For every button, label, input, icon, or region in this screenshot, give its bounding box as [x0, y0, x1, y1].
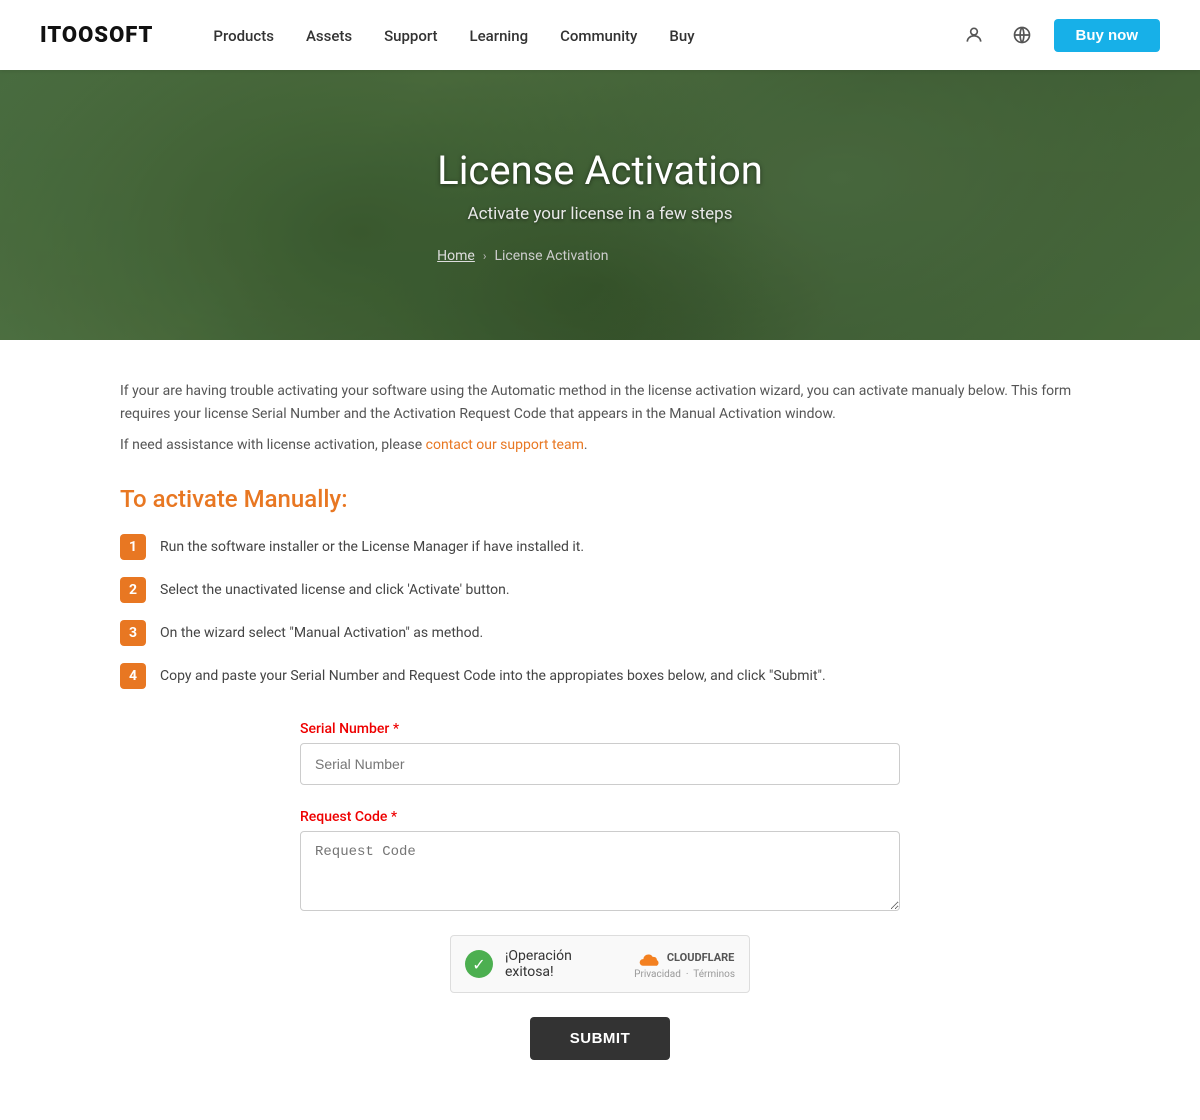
step-4: 4 Copy and paste your Serial Number and … [120, 662, 1080, 689]
request-label: Request Code * [300, 809, 900, 825]
nav-community[interactable]: Community [560, 27, 637, 45]
captcha-label: ¡Operación exitosa! [505, 948, 622, 980]
nav-support[interactable]: Support [384, 27, 437, 45]
step-4-text: Copy and paste your Serial Number and Re… [160, 662, 826, 687]
step-2-number: 2 [120, 577, 146, 603]
cloudflare-logo: CLOUDFLARE [635, 949, 735, 967]
step-1-number: 1 [120, 534, 146, 560]
hero-section: License Activation Activate your license… [0, 70, 1200, 340]
cloudflare-branding: CLOUDFLARE Privacidad · Términos [634, 949, 735, 980]
hero-content: License Activation Activate your license… [437, 147, 763, 264]
intro-paragraph-1: If your are having trouble activating yo… [120, 380, 1080, 426]
nav-products[interactable]: Products [213, 27, 274, 45]
step-4-number: 4 [120, 663, 146, 689]
breadcrumb-current: License Activation [494, 248, 608, 264]
main-content: If your are having trouble activating yo… [100, 340, 1100, 1120]
step-1: 1 Run the software installer or the Lice… [120, 533, 1080, 560]
nav-learning[interactable]: Learning [470, 27, 529, 45]
captcha-checkmark: ✓ [465, 950, 493, 978]
step-1-text: Run the software installer or the Licens… [160, 533, 584, 558]
buy-button[interactable]: Buy now [1054, 19, 1161, 52]
captcha-widget[interactable]: ✓ ¡Operación exitosa! CLOUDFLARE Privaci… [450, 935, 750, 993]
breadcrumb-home[interactable]: Home [437, 248, 475, 264]
support-link[interactable]: contact our support team [426, 437, 584, 453]
breadcrumb: Home › License Activation [437, 248, 763, 264]
step-2: 2 Select the unactivated license and cli… [120, 576, 1080, 603]
breadcrumb-separator: › [483, 249, 487, 263]
logo: ITOOSOFT [40, 23, 153, 48]
submit-button[interactable]: SUBMIT [530, 1017, 671, 1060]
hero-subtitle: Activate your license in a few steps [437, 204, 763, 224]
hero-title: License Activation [437, 147, 763, 194]
step-3-number: 3 [120, 620, 146, 646]
nav-buy[interactable]: Buy [669, 27, 694, 45]
intro-paragraph-2: If need assistance with license activati… [120, 434, 1080, 457]
nav-menu: Products Assets Support Learning Communi… [213, 26, 957, 45]
step-3: 3 On the wizard select "Manual Activatio… [120, 619, 1080, 646]
steps-list: 1 Run the software installer or the Lice… [120, 533, 1080, 689]
cloudflare-icon [635, 949, 663, 967]
privacy-link[interactable]: Privacidad [634, 969, 681, 980]
step-3-text: On the wizard select "Manual Activation"… [160, 619, 483, 644]
user-icon[interactable] [958, 19, 990, 51]
activation-form: Serial Number * Request Code * ✓ ¡Operac… [120, 721, 1080, 1060]
navbar-actions: Buy now [958, 19, 1161, 52]
intro-prefix: If need assistance with license activati… [120, 437, 426, 453]
intro-suffix: . [584, 437, 588, 453]
nav-assets[interactable]: Assets [306, 27, 352, 45]
serial-label: Serial Number * [300, 721, 900, 737]
section-title: To activate Manually: [120, 485, 1080, 513]
request-field: Request Code * [300, 809, 900, 911]
captcha-links: Privacidad · Términos [634, 969, 735, 980]
step-2-text: Select the unactivated license and click… [160, 576, 510, 601]
serial-input[interactable] [300, 743, 900, 785]
terms-link[interactable]: Términos [693, 969, 735, 980]
navbar: ITOOSOFT Products Assets Support Learnin… [0, 0, 1200, 70]
language-icon[interactable] [1006, 19, 1038, 51]
request-input[interactable] [300, 831, 900, 911]
serial-field: Serial Number * [300, 721, 900, 785]
